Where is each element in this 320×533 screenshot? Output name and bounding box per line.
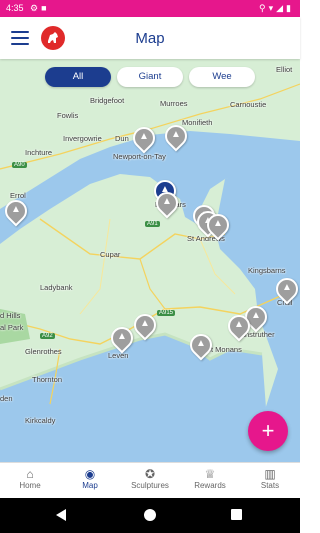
nav-label: Home — [19, 481, 41, 490]
system-nav-bar — [0, 498, 300, 533]
sculpture-pin[interactable]: ▲ — [202, 209, 234, 242]
sculpture-pin[interactable]: ▲ — [106, 322, 138, 355]
location-icon: ⚲ — [259, 3, 269, 13]
nav-item-home[interactable]: ⌂ Home — [0, 463, 60, 498]
map-view[interactable]: All Giant Wee Elliot Bridgefoot Murroes … — [0, 59, 300, 462]
dog-icon: ▲ — [162, 196, 172, 207]
signal-icon: ◢ — [276, 3, 287, 13]
nav-label: Map — [82, 481, 98, 490]
dog-icon: ▲ — [282, 282, 292, 293]
recents-icon[interactable] — [231, 509, 242, 520]
back-icon[interactable] — [56, 509, 66, 521]
nav-item-map[interactable]: ◉ Map — [60, 463, 120, 498]
place-label: Bridgefoot — [90, 96, 125, 105]
place-label: Kingsbarns — [248, 266, 286, 275]
nav-label: Sculptures — [131, 481, 169, 490]
sculpture-pin[interactable]: ▲ — [271, 273, 300, 306]
sculpture-pin[interactable]: ▲ — [129, 309, 161, 342]
nav-item-sculptures[interactable]: ✪ Sculptures — [120, 463, 180, 498]
sculpture-pin[interactable]: ▲ — [160, 120, 192, 153]
place-label: Carnoustie — [230, 100, 267, 109]
sculpture-pin[interactable]: ▲ — [151, 187, 183, 220]
nav-label: Stats — [260, 481, 280, 490]
app-badge-icon: ■ — [41, 3, 50, 13]
place-label: Kirkcaldy — [25, 416, 56, 425]
status-notification-icons: ⚙■ — [30, 3, 50, 14]
dog-icon: ▲ — [171, 129, 181, 140]
place-label: Inchture — [25, 148, 53, 157]
battery-icon: ▮ — [286, 3, 294, 13]
place-label: Invergowrie — [63, 134, 102, 143]
add-fab-button[interactable]: + — [248, 411, 288, 451]
place-label: Fowlis — [57, 111, 79, 120]
sculpture-pin[interactable]: ▲ — [0, 195, 32, 228]
wifi-icon: ▾ — [268, 3, 277, 13]
trophy-icon: ♕ — [204, 467, 216, 481]
status-system-icons: ⚲▾◢▮ — [259, 3, 294, 14]
road-badge: A90 — [12, 162, 27, 168]
place-label: al Park — [0, 323, 24, 332]
road-badge: A915 — [157, 310, 176, 316]
nav-label: Rewards — [194, 481, 226, 490]
settings-icon: ⚙ — [30, 3, 42, 13]
filter-bar: All Giant Wee — [45, 67, 255, 87]
filter-chip-wee[interactable]: Wee — [189, 67, 255, 87]
road-badge: A91 — [145, 221, 160, 227]
place-label: Glenrothes — [25, 347, 62, 356]
place-label: Cupar — [100, 250, 121, 259]
place-label: Errol — [10, 191, 26, 200]
dog-icon: ▲ — [251, 310, 261, 321]
dog-icon: ▲ — [117, 331, 127, 342]
place-label: Murroes — [160, 99, 188, 108]
sculpture-pin[interactable]: ▲ — [128, 122, 160, 155]
place-label: d Hills — [0, 311, 21, 320]
home-icon: ⌂ — [26, 467, 34, 481]
sculpture-pin[interactable]: ▲ — [185, 329, 217, 362]
dog-icon: ▲ — [234, 319, 244, 330]
bottom-nav: ⌂ Home ◉ Map ✪ Sculptures ♕ Rewards ▥ Stats — [0, 462, 300, 498]
place-label: Dun — [115, 134, 129, 143]
sculpture-icon: ✪ — [144, 467, 156, 481]
filter-chip-all[interactable]: All — [45, 67, 111, 87]
nav-item-stats[interactable]: ▥ Stats — [240, 463, 300, 498]
place-label: Elliot — [276, 65, 293, 74]
app-bar: Map — [0, 17, 300, 59]
sculpture-pin[interactable]: ▲ — [223, 310, 255, 343]
dog-icon: ▲ — [213, 218, 223, 229]
road-badge: A92 — [40, 333, 55, 339]
dog-icon: ▲ — [196, 338, 206, 349]
map-pin-icon: ◉ — [84, 467, 96, 481]
status-time: 4:35 — [6, 3, 24, 13]
dog-icon: ▲ — [11, 204, 21, 215]
place-label: den — [0, 394, 13, 403]
dog-icon: ▲ — [140, 318, 150, 329]
map-base — [0, 59, 300, 462]
bar-chart-icon: ▥ — [264, 467, 276, 481]
home-circle-icon[interactable] — [144, 509, 156, 521]
status-bar: 4:35 ⚙■ ⚲▾◢▮ — [0, 0, 300, 17]
place-label: Ladybank — [40, 283, 73, 292]
nav-item-rewards[interactable]: ♕ Rewards — [180, 463, 240, 498]
dog-icon: ▲ — [139, 131, 149, 142]
place-label: Thornton — [32, 375, 63, 384]
filter-chip-giant[interactable]: Giant — [117, 67, 183, 87]
page-title: Map — [135, 30, 165, 47]
